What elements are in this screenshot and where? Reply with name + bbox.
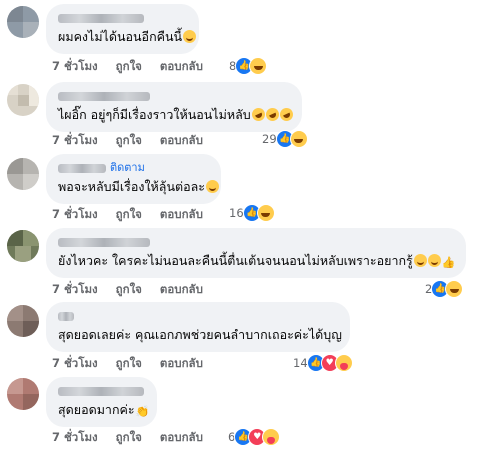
reaction-summary[interactable]: 29 👍 xyxy=(262,130,308,148)
like-link[interactable]: ถูกใจ xyxy=(116,58,142,74)
comment-actions: 7 ชั่วโมง ถูกใจ ตอบกลับ xyxy=(52,58,203,74)
avatar[interactable] xyxy=(7,158,39,190)
author-name-blurred[interactable] xyxy=(58,91,150,101)
reply-link[interactable]: ตอบกลับ xyxy=(160,206,203,222)
reaction-summary[interactable]: 8 👍 xyxy=(229,57,268,75)
author-name-blurred[interactable] xyxy=(58,163,106,173)
reply-link[interactable]: ตอบกลับ xyxy=(160,58,203,74)
comment-bubble: ไผอิ๊ก อยู่ๆก็มีเรื่องราวให้นอนไม่หลับ xyxy=(46,82,302,132)
haha-icon xyxy=(249,57,268,75)
haha-icon xyxy=(445,280,464,298)
reaction-count: 29 xyxy=(262,132,277,146)
comment-text: สุดยอดมากค่ะ xyxy=(58,402,135,417)
like-link[interactable]: ถูกใจ xyxy=(116,429,142,445)
comment-actions: 7 ชั่วโมง ถูกใจ ตอบกลับ xyxy=(52,429,203,445)
reply-link[interactable]: ตอบกลับ xyxy=(160,429,203,445)
comment-text: ผมคงไม่ได้นอนอีกคืนนี้ xyxy=(58,29,183,44)
rofl-emoji xyxy=(263,105,281,124)
smile-emoji xyxy=(413,254,427,267)
comment-text: ไผอิ๊ก อยู่ๆก็มีเรื่องราวให้นอนไม่หลับ xyxy=(58,107,251,122)
comment-bubble: สุดยอดเลยค่ะ คุณเอกภพช่วยคนลำบากเถอะค่ะไ… xyxy=(46,302,350,352)
timestamp-link[interactable]: 7 ชั่วโมง xyxy=(52,58,98,74)
like-link[interactable]: ถูกใจ xyxy=(116,206,142,222)
smile-emoji xyxy=(427,254,441,267)
rofl-emoji xyxy=(277,105,295,124)
comment-bubble: ยังไหวคะ ใครคะไม่นอนละคืนนี้ตื่นเต้นจนนอ… xyxy=(46,228,466,278)
reaction-count: 14 xyxy=(293,356,308,370)
smile-emoji xyxy=(183,30,197,43)
timestamp-link[interactable]: 7 ชั่วโมง xyxy=(52,206,98,222)
reaction-summary[interactable]: 6 👍 ♥ xyxy=(228,428,281,446)
comment-text: ยังไหวคะ ใครคะไม่นอนละคืนนี้ตื่นเต้นจนนอ… xyxy=(58,253,413,268)
author-name-blurred[interactable] xyxy=(58,237,150,247)
clapping-emoji: 👏 xyxy=(135,405,150,418)
timestamp-link[interactable]: 7 ชั่วโมง xyxy=(52,132,98,148)
haha-icon xyxy=(256,204,275,222)
avatar[interactable] xyxy=(7,84,39,116)
avatar[interactable] xyxy=(7,305,39,337)
care-icon xyxy=(262,428,281,446)
avatar[interactable] xyxy=(7,378,39,410)
like-link[interactable]: ถูกใจ xyxy=(116,355,142,371)
author-name-blurred[interactable] xyxy=(58,311,74,321)
thumbs-up-emoji: 👍 xyxy=(441,256,456,269)
reply-link[interactable]: ตอบกลับ xyxy=(160,132,203,148)
timestamp-link[interactable]: 7 ชั่วโมง xyxy=(52,429,98,445)
like-link[interactable]: ถูกใจ xyxy=(116,281,142,297)
reply-link[interactable]: ตอบกลับ xyxy=(160,355,203,371)
reaction-count: 16 xyxy=(229,206,244,220)
comment-text: สุดยอดเลยค่ะ คุณเอกภพช่วยคนลำบากเถอะค่ะไ… xyxy=(58,327,342,342)
reaction-summary[interactable]: 14 👍 ♥ xyxy=(293,354,353,372)
comment-text: พอจะหลับมีเรื่องให้ลุ้นต่อละ xyxy=(58,179,206,194)
comment-actions: 7 ชั่วโมง ถูกใจ ตอบกลับ xyxy=(52,132,203,148)
reply-link[interactable]: ตอบกลับ xyxy=(160,281,203,297)
comment-bubble: ติดตาม พอจะหลับมีเรื่องให้ลุ้นต่อละ xyxy=(46,154,221,204)
rofl-emoji xyxy=(249,105,267,124)
comment-actions: 7 ชั่วโมง ถูกใจ ตอบกลับ xyxy=(52,206,203,222)
avatar[interactable] xyxy=(7,6,39,38)
avatar[interactable] xyxy=(7,230,39,262)
timestamp-link[interactable]: 7 ชั่วโมง xyxy=(52,281,98,297)
author-name-blurred[interactable] xyxy=(58,13,144,23)
care-icon xyxy=(334,354,353,372)
like-link[interactable]: ถูกใจ xyxy=(116,132,142,148)
comment-bubble: ผมคงไม่ได้นอนอีกคืนนี้ xyxy=(46,4,199,54)
smile-emoji xyxy=(206,180,220,193)
comment-actions: 7 ชั่วโมง ถูกใจ ตอบกลับ xyxy=(52,355,203,371)
comment-actions: 7 ชั่วโมง ถูกใจ ตอบกลับ xyxy=(52,281,203,297)
reaction-summary[interactable]: 16 👍 xyxy=(229,204,275,222)
haha-icon xyxy=(289,130,308,148)
reaction-summary[interactable]: 2 👍 xyxy=(425,280,464,298)
follow-link[interactable]: ติดตาม xyxy=(110,161,145,175)
timestamp-link[interactable]: 7 ชั่วโมง xyxy=(52,355,98,371)
author-name-blurred[interactable] xyxy=(58,386,144,396)
comment-bubble: สุดยอดมากค่ะ👏 xyxy=(46,377,157,427)
